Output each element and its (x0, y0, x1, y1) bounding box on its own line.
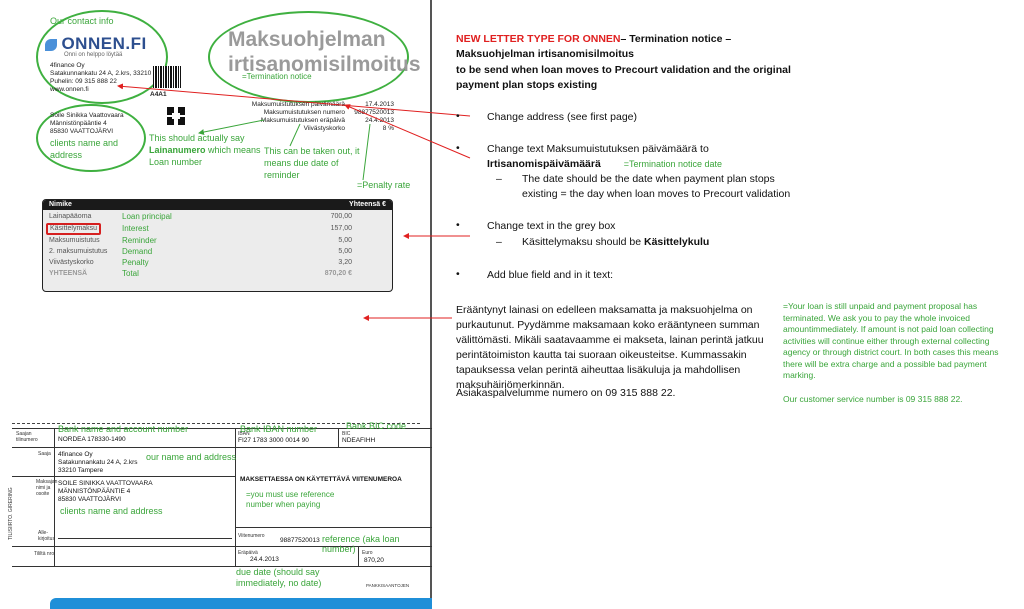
bullet-icon: • (456, 219, 460, 231)
note-item-2-bold: Irtisanomispäivämäärä (487, 158, 601, 170)
dash-icon: – (496, 236, 502, 248)
english-paragraph: =Your loan is still unpaid and payment p… (783, 301, 999, 380)
arrow-loan-number (198, 119, 265, 135)
finnish-phone: Asiakaspalvelumme numero on 09 315 888 2… (456, 387, 676, 399)
arrow-address (117, 83, 471, 117)
arrow-penalty (362, 123, 371, 181)
note-item-3-sub-text: Käsittelymaksu should be (522, 236, 644, 248)
bullet-icon: • (456, 110, 460, 122)
note-item-2-text: Change text Maksumuistutuksen päivämäärä… (487, 143, 709, 155)
note-item-3-sub: Käsittelymaksu should be Käsittelykulu (522, 235, 709, 250)
note-item-2-sub: The date should be the date when payment… (522, 173, 791, 200)
english-phone: Our customer service number is 09 315 88… (783, 394, 963, 404)
arrow-date (344, 104, 471, 159)
note-item-1: Change address (see first page) (487, 111, 637, 123)
note-item-3-sub-bold: Käsittelykulu (643, 236, 710, 248)
note-item-4: Add blue field and in it text: (487, 269, 614, 281)
notes-header-red: NEW LETTER TYPE FOR ONNEN (456, 33, 621, 45)
notes-header: NEW LETTER TYPE FOR ONNEN– Termination n… (456, 32, 806, 62)
arrow-due-date (289, 123, 301, 147)
finnish-paragraph: Erääntynyt lainasi on edelleen maksamatt… (456, 304, 764, 391)
bullet-icon: • (456, 142, 460, 154)
note-item-2: Change text Maksumuistutuksen päivämäärä… (487, 142, 787, 172)
notes-subheader: to be send when loan moves to Precourt v… (456, 64, 791, 91)
note-item-2-green: =Termination notice date (623, 159, 723, 169)
dash-icon: – (496, 173, 502, 185)
bullet-icon: • (456, 268, 460, 280)
note-item-3: Change text in the grey box (487, 220, 616, 232)
